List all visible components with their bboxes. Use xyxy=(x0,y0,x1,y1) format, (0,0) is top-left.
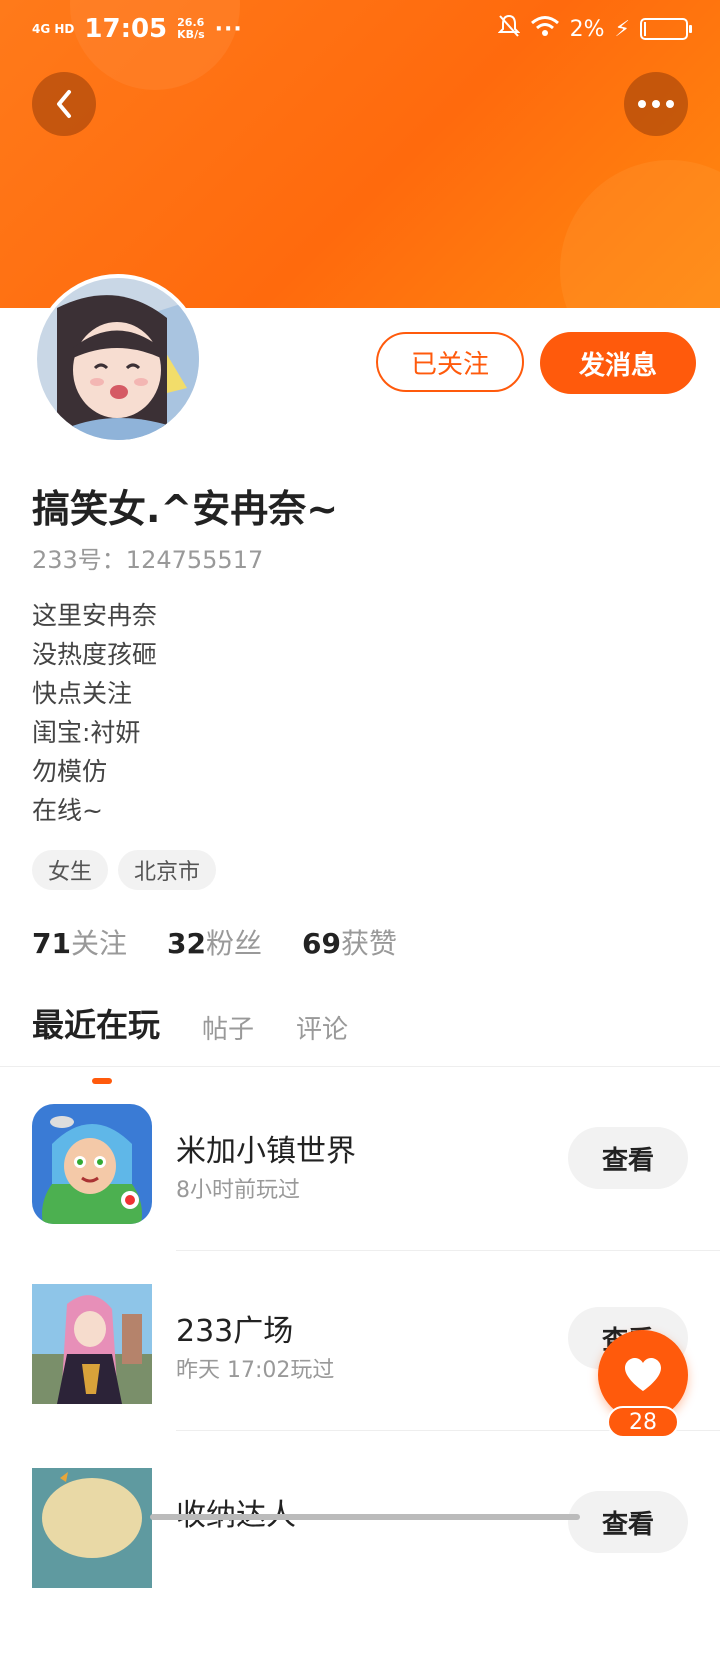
wifi-icon xyxy=(530,15,560,43)
bio-line: 在线~ xyxy=(32,796,103,825)
tab-recently-played[interactable]: 最近在玩 xyxy=(32,1000,160,1084)
followers-stat[interactable]: 32粉丝 xyxy=(167,922,262,962)
more-options-button[interactable] xyxy=(624,72,688,136)
user-bio: 这里安冉奈 没热度孩砸 快点关注 闺宝:衬妍 勿模仿 在线~ xyxy=(32,596,157,830)
gender-tag: 女生 xyxy=(32,850,109,890)
view-button[interactable]: 查看 xyxy=(568,1127,688,1189)
stat-number: 71 xyxy=(32,927,71,960)
tab-posts[interactable]: 帖子 xyxy=(202,1009,254,1046)
game-title: 233广场 xyxy=(176,1314,294,1349)
last-played: 8小时前玩过 xyxy=(176,1178,300,1203)
tabs-divider xyxy=(0,1066,720,1067)
row-divider xyxy=(176,1250,720,1251)
location-tag: 北京市 xyxy=(118,850,217,890)
status-bar: 4G HD 17:05 26.6 KB/s ··· 2% ⚡ xyxy=(0,0,720,56)
user-name: 搞笑女.^安冉奈~ xyxy=(32,487,339,531)
stat-number: 32 xyxy=(166,927,206,960)
profile-tags: 女生 北京市 xyxy=(32,850,217,890)
more-notifications-icon: ··· xyxy=(214,16,243,42)
more-dots-icon xyxy=(638,100,674,108)
clock: 17:05 xyxy=(84,14,168,44)
follow-button[interactable]: 已关注 xyxy=(376,332,524,392)
profile-stats: 71关注 32粉丝 69获赞 xyxy=(32,922,397,962)
stat-number: 69 xyxy=(301,927,341,960)
heart-icon xyxy=(625,1358,661,1391)
stat-label: 关注 xyxy=(70,927,127,960)
battery-percent: 2% xyxy=(569,16,605,42)
speed-unit: KB/s xyxy=(177,28,205,41)
send-message-button[interactable]: 发消息 xyxy=(540,332,696,394)
list-item[interactable]: 米加小镇世界 8小时前玩过 查看 xyxy=(0,1104,720,1289)
last-played: 昨天 17:02玩过 xyxy=(176,1358,335,1383)
scrollbar[interactable] xyxy=(150,1514,580,1520)
game-icon xyxy=(32,1468,152,1588)
profile-tabs: 最近在玩 帖子 评论 xyxy=(32,1000,348,1084)
bio-line: 这里安冉奈 xyxy=(32,601,158,630)
following-stat[interactable]: 71关注 xyxy=(32,922,127,962)
bio-line: 没热度孩砸 xyxy=(32,640,158,669)
tab-comments[interactable]: 评论 xyxy=(296,1009,348,1046)
view-button[interactable]: 查看 xyxy=(568,1491,688,1553)
bio-line: 勿模仿 xyxy=(32,757,108,786)
network-indicator: 4G HD xyxy=(32,22,75,36)
bio-line: 快点关注 xyxy=(32,679,133,708)
stat-label: 粉丝 xyxy=(205,927,262,960)
chevron-left-icon xyxy=(57,90,71,118)
banner-decoration xyxy=(560,160,720,308)
battery-icon xyxy=(640,18,692,40)
network-speed: 26.6 KB/s xyxy=(177,17,204,41)
like-count: 28 xyxy=(607,1406,679,1438)
likes-stat[interactable]: 69获赞 xyxy=(302,922,397,962)
game-icon xyxy=(32,1104,152,1224)
game-title: 米加小镇世界 xyxy=(176,1134,356,1169)
charging-icon: ⚡ xyxy=(614,16,630,42)
back-button[interactable] xyxy=(32,72,96,136)
game-title: 收纳达人 xyxy=(176,1490,296,1534)
avatar[interactable] xyxy=(33,274,203,444)
list-item[interactable]: 收纳达人 查看 xyxy=(0,1468,720,1653)
mute-icon xyxy=(497,14,521,44)
user-id: 233号：124755517 xyxy=(32,546,264,574)
game-icon xyxy=(32,1284,152,1404)
stat-label: 获赞 xyxy=(340,927,397,960)
bio-line: 闺宝:衬妍 xyxy=(32,718,141,747)
